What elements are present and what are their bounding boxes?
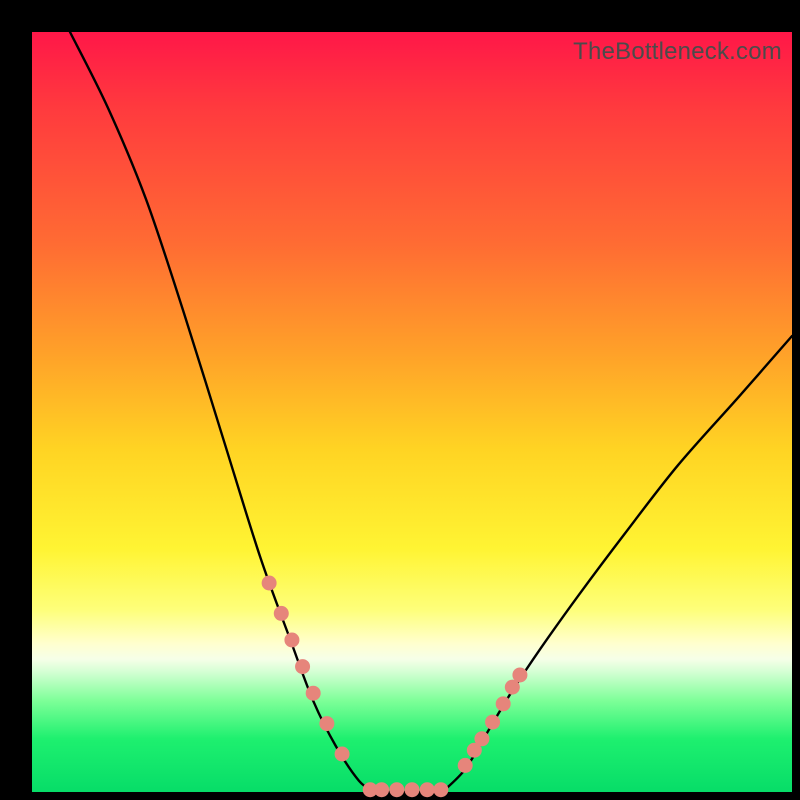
marker-dot	[420, 782, 435, 797]
marker-dot	[295, 659, 310, 674]
marker-dot	[474, 731, 489, 746]
bottleneck-curve	[70, 32, 792, 794]
marker-dot	[284, 633, 299, 648]
marker-dot	[405, 782, 420, 797]
marker-dot	[319, 716, 334, 731]
marker-dot	[458, 758, 473, 773]
marker-dot	[335, 747, 350, 762]
marker-dot	[389, 782, 404, 797]
curve-svg	[32, 32, 792, 792]
marker-dot	[433, 782, 448, 797]
marker-dot	[485, 715, 500, 730]
marker-dot	[512, 667, 527, 682]
marker-dot	[374, 782, 389, 797]
marker-dots	[262, 576, 528, 798]
plot-area: TheBottleneck.com	[32, 32, 792, 792]
marker-dot	[306, 686, 321, 701]
marker-dot	[274, 606, 289, 621]
marker-dot	[496, 696, 511, 711]
marker-dot	[262, 576, 277, 591]
chart-frame: TheBottleneck.com	[0, 0, 800, 800]
